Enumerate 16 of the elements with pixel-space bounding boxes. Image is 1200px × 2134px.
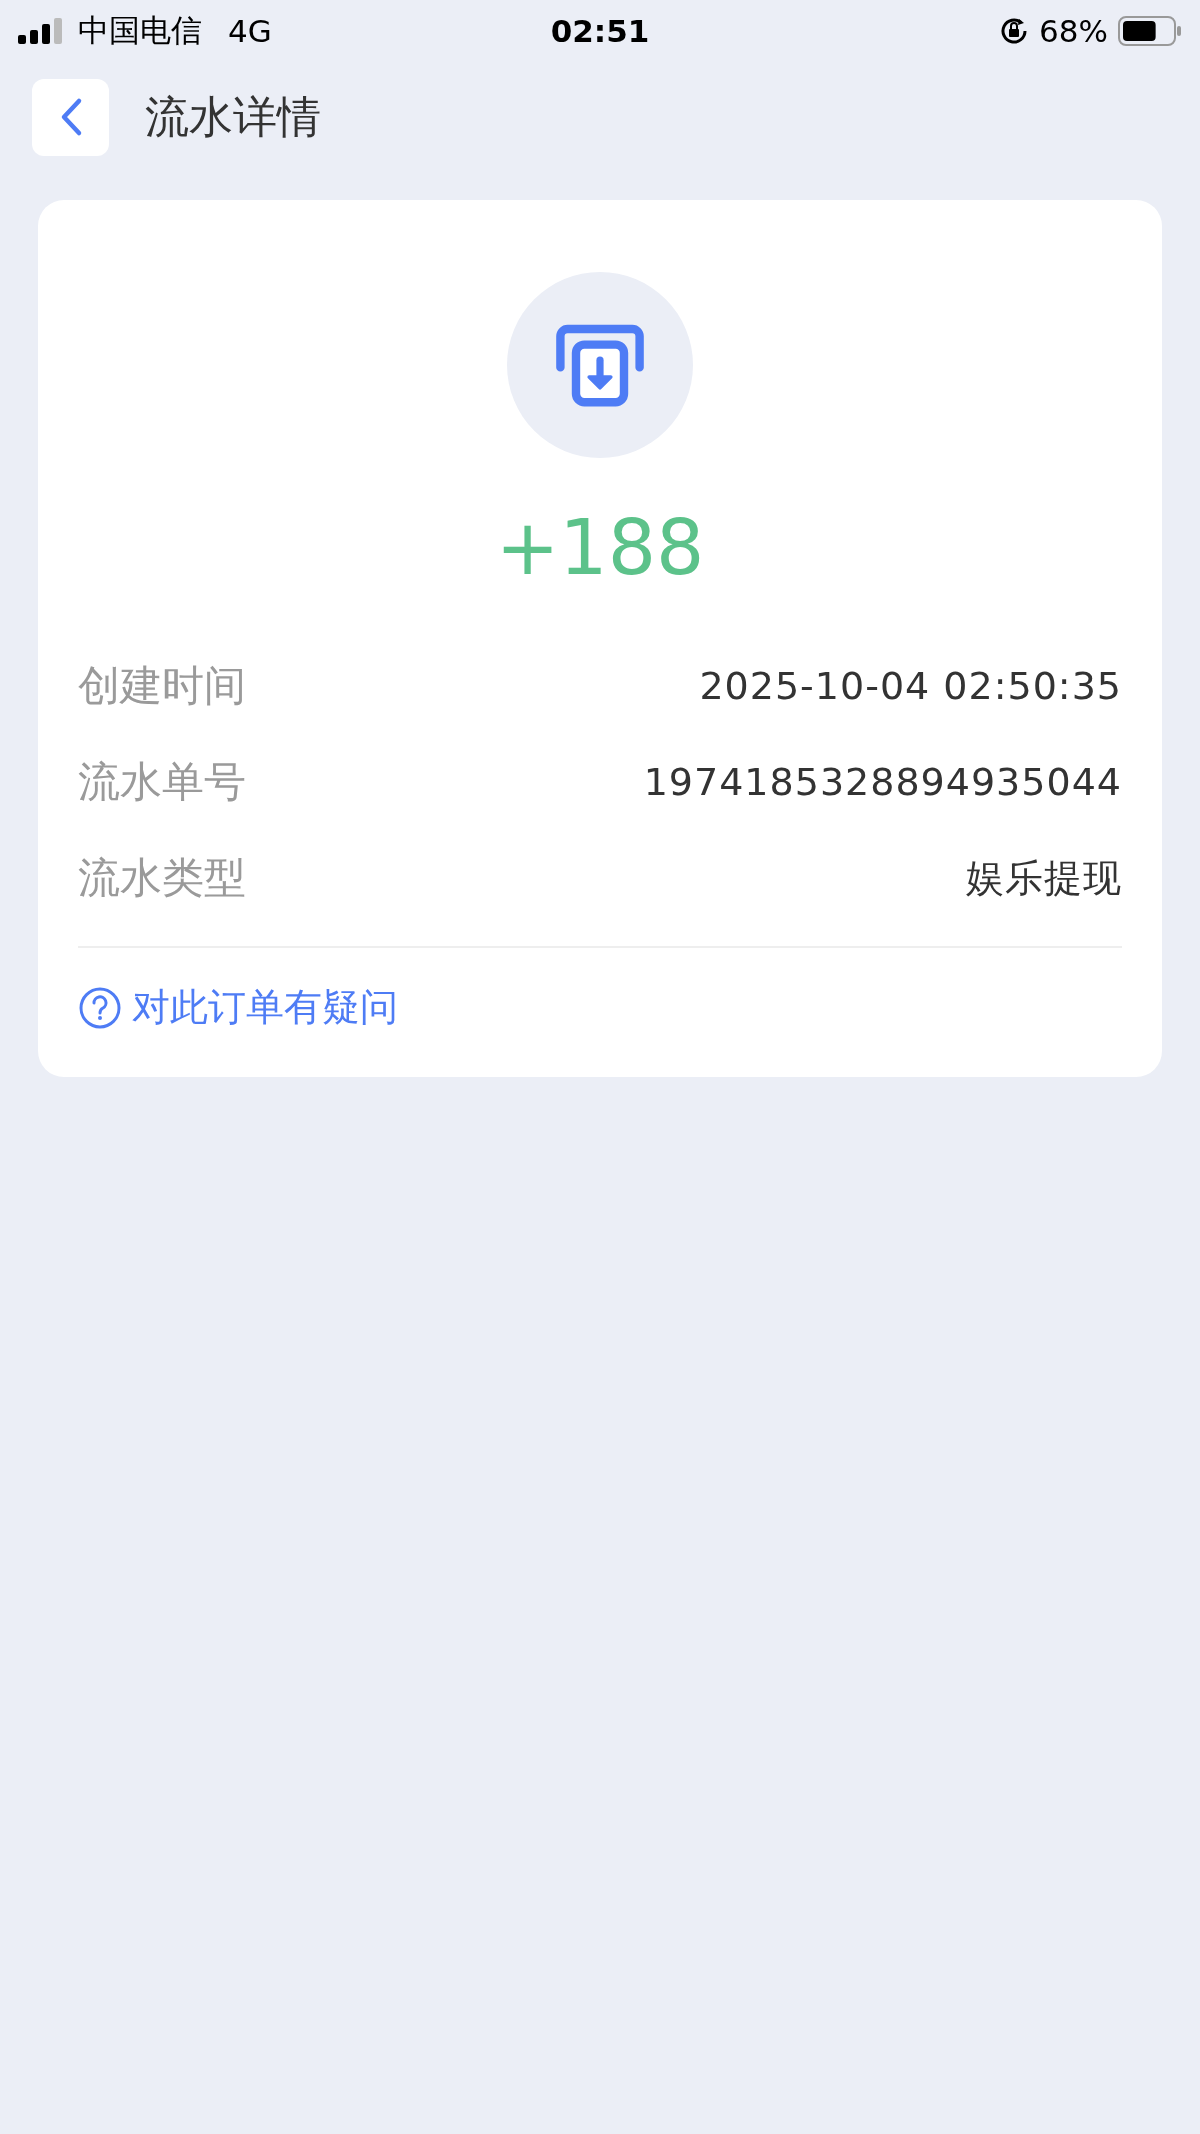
detail-label: 流水单号 [78,756,246,808]
help-link[interactable]: 对此订单有疑问 [78,982,398,1033]
detail-label: 创建时间 [78,660,246,712]
battery-percent: 68% [1039,13,1108,49]
clock-time: 02:51 [550,13,650,49]
amount: +188 [495,510,705,586]
network-type: 4G [228,13,272,49]
detail-value: 1974185328894935044 [643,760,1122,804]
detail-value: 娱乐提现 [966,854,1122,902]
detail-label: 流水类型 [78,852,246,904]
battery-icon [1118,16,1182,46]
page-title: 流水详情 [145,89,321,144]
carrier-name: 中国电信 [78,11,202,50]
question-icon [78,985,122,1030]
detail-value: 2025-10-04 02:50:35 [699,664,1122,708]
back-button[interactable] [32,78,109,156]
